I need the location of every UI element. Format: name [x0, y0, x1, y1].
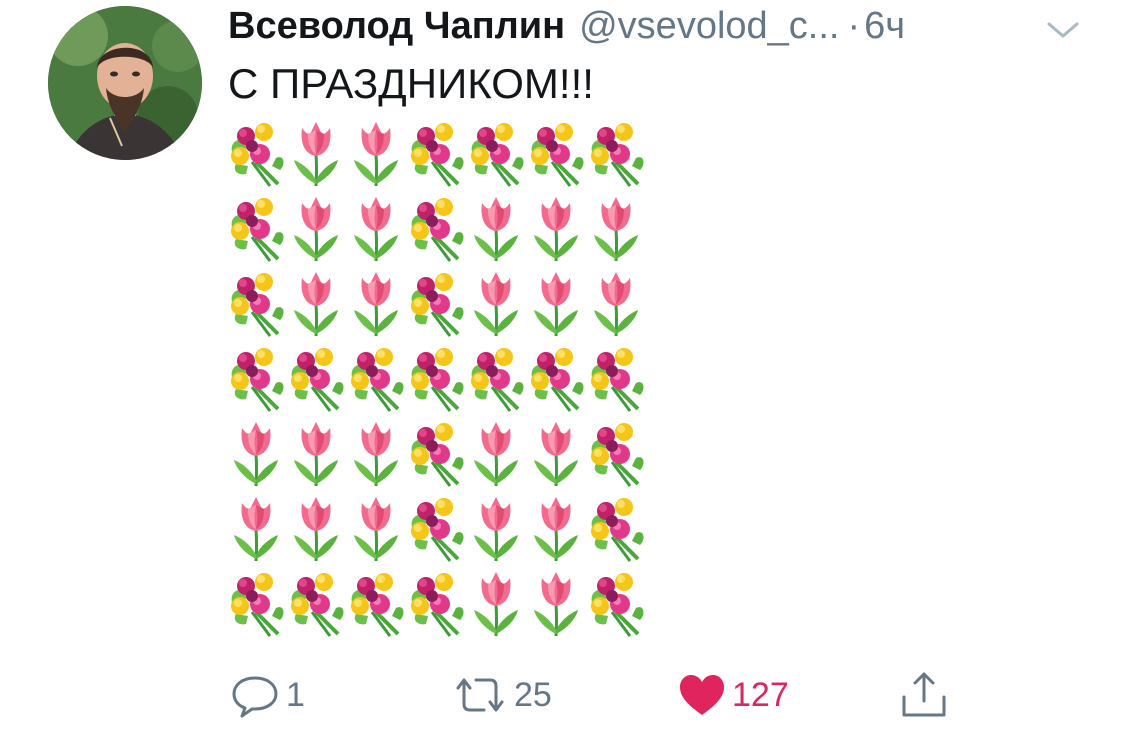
- tulip-emoji: [294, 197, 338, 262]
- tulip-emoji: [294, 422, 338, 487]
- bouquet-emoji: [231, 273, 284, 337]
- retweet-icon: [456, 678, 504, 712]
- tulip-emoji: [534, 497, 578, 562]
- like-count: 127: [732, 675, 789, 714]
- tulip-emoji: [594, 272, 638, 337]
- tulip-emoji: [474, 197, 518, 262]
- bouquet-emoji: [531, 348, 584, 412]
- author-handle[interactable]: @vsevolod_c...: [579, 5, 839, 48]
- bouquet-emoji: [291, 573, 344, 637]
- bouquet-emoji: [411, 273, 464, 337]
- bouquet-emoji: [411, 123, 464, 187]
- bouquet-emoji: [411, 498, 464, 562]
- bouquet-emoji: [471, 348, 524, 412]
- emoji-grid: [226, 118, 646, 638]
- tulip-emoji: [354, 497, 398, 562]
- author-name[interactable]: Всеволод Чаплин: [228, 5, 565, 48]
- tulip-emoji: [234, 497, 278, 562]
- bouquet-emoji: [351, 348, 404, 412]
- bouquet-emoji: [591, 123, 644, 187]
- bouquet-emoji: [411, 348, 464, 412]
- tweet-header: Всеволод Чаплин @vsevolod_c... · 6ч: [228, 4, 1088, 48]
- tulip-emoji: [594, 197, 638, 262]
- bouquet-emoji: [591, 348, 644, 412]
- bouquet-emoji: [231, 348, 284, 412]
- tulip-emoji: [474, 422, 518, 487]
- bouquet-emoji: [411, 423, 464, 487]
- tulip-emoji: [234, 422, 278, 487]
- bouquet-emoji: [591, 423, 644, 487]
- tulip-emoji: [354, 272, 398, 337]
- tulip-emoji: [294, 497, 338, 562]
- like-button[interactable]: 127: [678, 670, 789, 720]
- bouquet-emoji: [231, 198, 284, 262]
- tulip-emoji: [474, 572, 518, 637]
- tulip-emoji: [294, 272, 338, 337]
- tulip-emoji: [534, 272, 578, 337]
- separator-dot: ·: [847, 4, 861, 47]
- avatar-image: [48, 6, 202, 160]
- bouquet-emoji: [231, 123, 284, 187]
- tulip-emoji: [534, 422, 578, 487]
- bouquet-emoji: [351, 573, 404, 637]
- reply-count: 1: [286, 675, 305, 714]
- bouquet-emoji: [531, 123, 584, 187]
- bouquet-emoji: [591, 498, 644, 562]
- bouquet-emoji: [231, 573, 284, 637]
- share-button[interactable]: [900, 670, 948, 720]
- bouquet-emoji: [591, 573, 644, 637]
- tweet-timestamp[interactable]: 6ч: [864, 5, 905, 48]
- chevron-down-icon: [1047, 22, 1079, 38]
- bouquet-emoji: [291, 348, 344, 412]
- reply-button[interactable]: 1: [230, 670, 305, 720]
- tulip-emoji: [354, 197, 398, 262]
- bouquet-emoji: [471, 123, 524, 187]
- retweet-button[interactable]: 25: [452, 670, 552, 720]
- tweet-text: С ПРАЗДНИКОМ!!!: [228, 60, 594, 107]
- tulip-emoji: [534, 572, 578, 637]
- tulip-emoji: [354, 422, 398, 487]
- tulip-emoji: [474, 272, 518, 337]
- bouquet-emoji: [411, 198, 464, 262]
- bouquet-emoji: [411, 573, 464, 637]
- share-icon: [902, 672, 946, 717]
- tulip-emoji: [354, 122, 398, 187]
- avatar[interactable]: [48, 6, 202, 160]
- tweet-actions: 1 25 127: [0, 660, 1125, 730]
- tulip-emoji: [474, 497, 518, 562]
- heart-icon: [680, 675, 724, 715]
- retweet-count: 25: [514, 675, 552, 714]
- tulip-emoji: [534, 197, 578, 262]
- tweet-menu-button[interactable]: [1046, 20, 1080, 40]
- tulip-emoji: [294, 122, 338, 187]
- reply-icon: [232, 676, 278, 718]
